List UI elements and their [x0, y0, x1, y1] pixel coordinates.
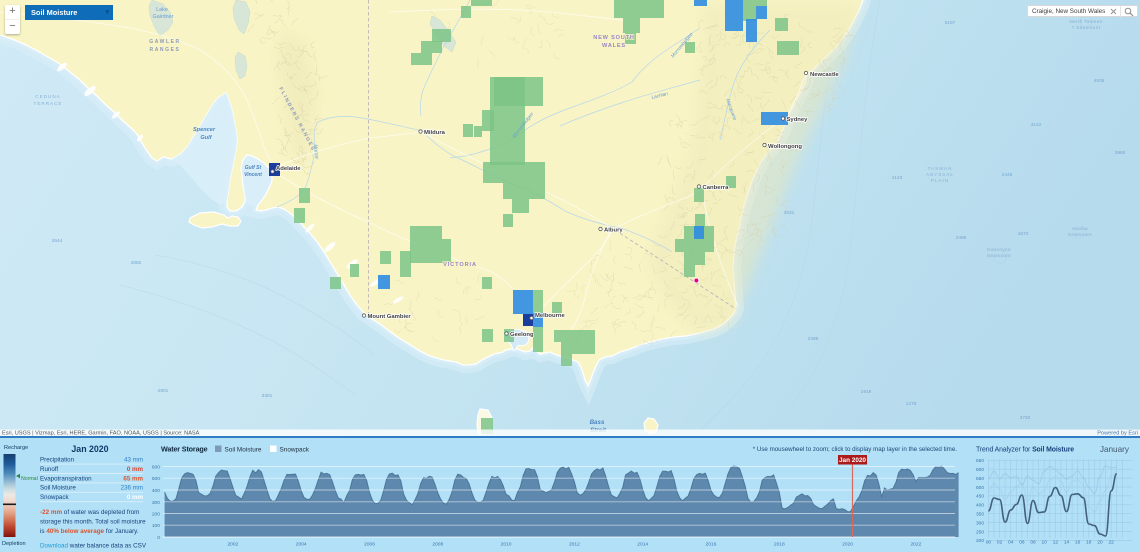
svg-text:350: 350 [976, 512, 984, 518]
svg-text:100: 100 [152, 523, 160, 529]
svg-text:Soil Moisture: Soil Moisture [225, 447, 262, 454]
svg-text:300: 300 [152, 500, 160, 506]
svg-text:43 mm: 43 mm [124, 457, 143, 464]
svg-text:04: 04 [1008, 540, 1014, 546]
svg-text:14: 14 [1064, 540, 1070, 546]
svg-text:is 40% below average for Janua: is 40% below average for January. [40, 528, 139, 535]
svg-text:Runoff: Runoff [40, 466, 58, 473]
svg-text:January: January [1100, 445, 1130, 454]
svg-text:00: 00 [986, 540, 992, 546]
svg-text:06: 06 [1019, 540, 1025, 546]
svg-text:0 mm: 0 mm [127, 494, 144, 501]
svg-text:Snowpack: Snowpack [40, 494, 69, 501]
svg-text:400: 400 [976, 503, 984, 509]
svg-text:300: 300 [976, 520, 984, 526]
svg-text:200: 200 [152, 512, 160, 518]
svg-text:18: 18 [1086, 540, 1092, 546]
svg-text:Water Storage: Water Storage [161, 445, 208, 454]
svg-text:65 mm: 65 mm [123, 475, 143, 482]
svg-text:236 mm: 236 mm [121, 485, 143, 492]
svg-text:2022: 2022 [910, 542, 921, 548]
svg-text:500: 500 [152, 476, 160, 482]
svg-text:2008: 2008 [432, 542, 443, 548]
svg-text:600: 600 [976, 467, 984, 473]
svg-text:500: 500 [976, 485, 984, 491]
svg-text:2016: 2016 [706, 542, 717, 548]
svg-text:2020: 2020 [842, 542, 853, 548]
svg-text:Snowpack: Snowpack [280, 447, 310, 454]
svg-text:Precipitation: Precipitation [40, 457, 75, 464]
svg-text:2010: 2010 [501, 542, 512, 548]
svg-text:* Use mousewheel to zoom; clic: * Use mousewheel to zoom; click to displ… [753, 446, 958, 453]
svg-text:2014: 2014 [637, 542, 648, 548]
svg-text:2006: 2006 [364, 542, 375, 548]
svg-text:12: 12 [1053, 540, 1059, 546]
svg-text:-22 mm of water was depleted f: -22 mm of water was depleted from [40, 509, 139, 516]
svg-text:Evapotranspiration: Evapotranspiration [40, 475, 92, 482]
svg-text:10: 10 [1042, 540, 1048, 546]
svg-text:Recharge: Recharge [4, 445, 28, 451]
svg-text:Jan 2020: Jan 2020 [71, 444, 108, 454]
svg-text:Depletion: Depletion [2, 541, 26, 547]
svg-text:600: 600 [152, 465, 160, 471]
svg-text:2004: 2004 [296, 542, 307, 548]
svg-text:Normal: Normal [21, 476, 38, 482]
svg-text:storage this month. Total soil: storage this month. Total soil moisture [40, 519, 146, 526]
svg-text:450: 450 [976, 494, 984, 500]
svg-text:Jan 2020: Jan 2020 [839, 457, 866, 464]
svg-text:650: 650 [976, 458, 984, 464]
svg-text:Download water balance data as: Download water balance data as CSV [40, 543, 147, 550]
svg-text:2012: 2012 [569, 542, 580, 548]
svg-text:400: 400 [152, 488, 160, 494]
svg-text:22: 22 [1109, 540, 1115, 546]
svg-text:Trend Analyzer for Soil Moistu: Trend Analyzer for Soil Moisture [976, 447, 1074, 454]
svg-text:2018: 2018 [774, 542, 785, 548]
svg-text:20: 20 [1097, 540, 1103, 546]
svg-text:02: 02 [997, 540, 1003, 546]
svg-text:0: 0 [157, 535, 160, 541]
svg-text:200: 200 [976, 538, 984, 544]
svg-text:16: 16 [1075, 540, 1081, 546]
svg-text:250: 250 [976, 529, 984, 535]
svg-text:08: 08 [1030, 540, 1036, 546]
svg-text:550: 550 [976, 476, 984, 482]
svg-text:Soil Moisture: Soil Moisture [40, 485, 76, 492]
svg-text:0 mm: 0 mm [127, 466, 144, 473]
svg-text:2002: 2002 [227, 542, 238, 548]
